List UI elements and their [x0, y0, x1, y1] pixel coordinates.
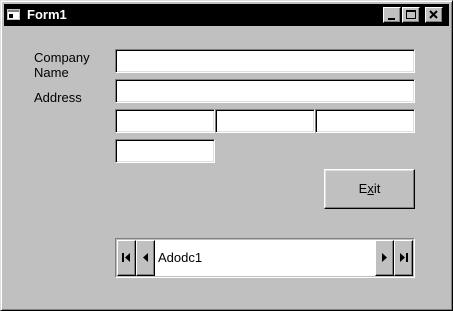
next-record-icon [382, 253, 387, 262]
exit-label-post: it [373, 181, 381, 196]
zip-field[interactable] [315, 109, 415, 133]
previous-record-button[interactable] [136, 240, 155, 276]
next-record-button[interactable] [375, 240, 394, 276]
minimize-button[interactable] [383, 7, 401, 23]
exit-button[interactable]: Exit [324, 169, 415, 209]
previous-record-icon [143, 253, 148, 262]
maximize-icon [406, 10, 416, 19]
phone-field[interactable] [115, 139, 215, 163]
company-name-field[interactable] [115, 49, 415, 73]
adodc-control: Adodc1 [115, 238, 415, 278]
form1-window: Form1 Company Name Address Exit Adodc1 [0, 0, 453, 311]
last-record-button[interactable] [394, 240, 413, 276]
state-field[interactable] [215, 109, 315, 133]
maximize-button[interactable] [402, 7, 420, 23]
last-record-icon [400, 253, 408, 262]
close-button[interactable] [425, 7, 443, 23]
city-field[interactable] [115, 109, 215, 133]
adodc-caption-area: Adodc1 [155, 240, 375, 276]
minimize-icon [388, 18, 395, 20]
address-field[interactable] [115, 79, 415, 103]
form-icon [7, 8, 21, 21]
company-name-label: Company Name [34, 50, 90, 80]
adodc-caption: Adodc1 [158, 250, 203, 265]
first-record-button[interactable] [117, 240, 136, 276]
first-record-icon [122, 253, 130, 262]
title-bar[interactable]: Form1 [4, 4, 449, 26]
window-title: Form1 [27, 7, 67, 22]
address-label: Address [34, 90, 82, 105]
close-icon [429, 10, 438, 19]
